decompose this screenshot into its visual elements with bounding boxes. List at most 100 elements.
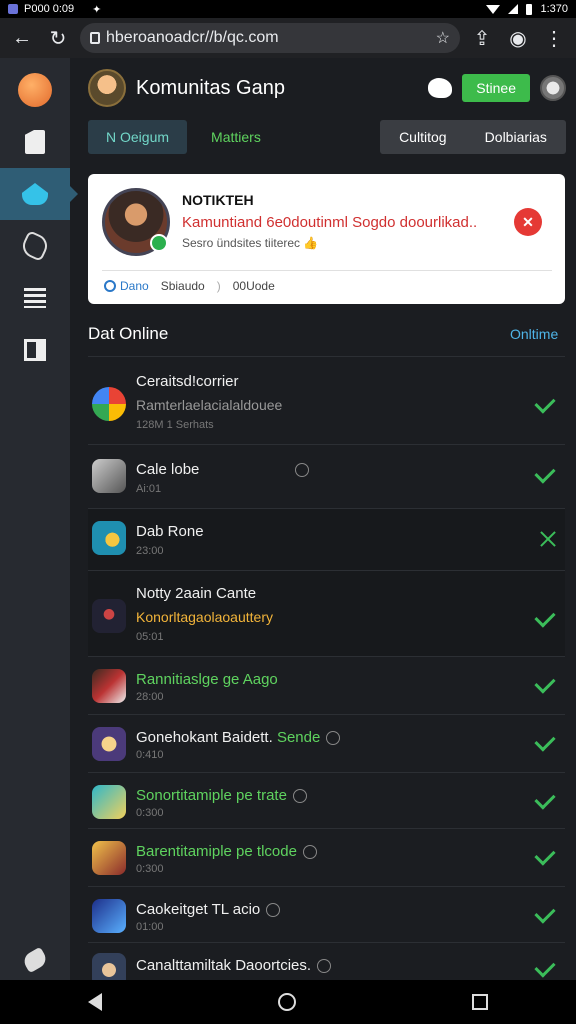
url-text: hberoanoadcr//b/qc.com [106, 29, 279, 46]
mention-icon[interactable] [302, 845, 317, 860]
list-item[interactable]: Cale lobe Ai:01 [88, 444, 565, 508]
game-app-icon [92, 459, 126, 493]
nav-recent-icon[interactable] [472, 994, 488, 1010]
tab-group-right: Cultitog Dolbiarias [380, 120, 566, 154]
section-link[interactable]: Onltime [510, 326, 558, 342]
close-icon[interactable]: ✕ [514, 208, 542, 236]
game-app-icon [92, 727, 126, 761]
address-bar[interactable]: hberoanoadcr//b/qc.com ☆ [80, 23, 460, 53]
row-meta: 0:300 [136, 863, 164, 875]
list-item[interactable]: Canalttamiltak Daoortcies. [88, 942, 565, 987]
separator: ) [216, 279, 221, 293]
row-subtitle: Konorltagaolaoauttery [136, 609, 273, 625]
row-meta: 0:410 [136, 749, 164, 761]
mention-icon[interactable] [326, 731, 341, 746]
share-icon[interactable]: ⇪ [468, 24, 496, 52]
sidebar-item-flag[interactable] [0, 324, 70, 376]
row-meta: 0:300 [136, 807, 164, 819]
row-title: Notty 2aain Cante [136, 585, 257, 602]
list-item[interactable]: Rannitiaslge ge Aago 28:00 [88, 656, 565, 714]
tab-dolbiarias[interactable]: Dolbiarias [485, 129, 547, 145]
sidebar-item-list[interactable] [0, 272, 70, 324]
row-meta: 128M 1 Serhats [136, 419, 214, 431]
community-avatar [88, 69, 126, 107]
list-item[interactable]: Caokeitget TL acio 01:00 [88, 886, 565, 942]
nav-back-icon[interactable] [88, 993, 102, 1011]
wrench-icon [20, 946, 50, 974]
list-icon [24, 288, 46, 308]
list-item[interactable]: Ceraitsd!corrier Ramterlaelacialaldouee … [88, 356, 565, 444]
sidebar-item-documents[interactable] [0, 116, 70, 168]
tab-matters[interactable]: Mattiers [193, 120, 279, 154]
action-sbiaudo[interactable]: Sbiaudo [161, 279, 205, 293]
close-icon[interactable] [538, 529, 558, 549]
row-meta: 23:00 [136, 545, 164, 557]
row-title: Barentitamiple pe tlcode [136, 843, 317, 860]
notification-actions: Dano Sbiaudo ) 00Uode [104, 279, 275, 293]
section-title: Dat Online [88, 324, 169, 343]
row-meta: Ai:01 [136, 483, 162, 495]
notification-message: Kamuntiand 6e0doutinml Sogdo doourlikad.… [182, 214, 478, 231]
pin-icon: ✦ [92, 3, 102, 16]
notification-card[interactable]: NOTIKTEH Kamuntiand 6e0doutinml Sogdo do… [88, 174, 565, 304]
sidebar-item-puzzle[interactable] [0, 220, 70, 272]
page-title: Komunitas Ganp [136, 76, 285, 99]
check-icon [534, 392, 556, 414]
join-button[interactable]: Stinee [462, 74, 530, 102]
list-item[interactable]: Sonortitamiple pe trate 0:300 [88, 772, 565, 828]
mention-icon[interactable] [292, 789, 307, 804]
list-item[interactable]: Notty 2aain Cante Konorltagaolaoauttery … [88, 570, 565, 656]
nav-home-icon[interactable] [278, 993, 296, 1011]
arrow-left-icon[interactable]: ← [8, 24, 36, 52]
star-icon[interactable]: ☆ [436, 28, 450, 48]
twitter-icon[interactable] [428, 78, 453, 98]
list-item[interactable]: Dab Rone 23:00 [88, 508, 565, 570]
game-app-icon [92, 785, 126, 819]
notification-subtext: Sesro ündsites tiiterec 👍 [182, 236, 319, 250]
online-badge-icon [150, 234, 168, 252]
sidebar-item-profile[interactable] [0, 64, 70, 116]
status-bar: P000 0:09 ✦ 1:370 [0, 0, 576, 18]
game-app-icon [92, 521, 126, 555]
check-icon [534, 788, 556, 810]
game-app-icon [92, 599, 126, 633]
lock-icon [90, 32, 100, 44]
row-meta: 01:00 [136, 921, 164, 933]
reload-icon[interactable]: ↻ [44, 24, 72, 52]
status-time: 1:370 [540, 3, 568, 15]
action-oode[interactable]: 00Uode [233, 279, 275, 293]
row-meta: 28:00 [136, 691, 164, 703]
row-title: Caokeitget TL acio [136, 901, 281, 918]
mention-icon[interactable] [317, 959, 332, 974]
wifi-icon [486, 4, 501, 14]
tab-members[interactable]: N Oeigum [88, 120, 188, 154]
mention-icon[interactable] [295, 463, 310, 478]
row-meta: 05:01 [136, 631, 164, 643]
row-title: Ceraitsd!corrier [136, 373, 239, 390]
browser-toolbar: ← ↻ hberoanoadcr//b/qc.com ☆ ⇪ ◉ ⋮ [0, 18, 576, 58]
list-item[interactable]: Barentitamiple pe tlcode 0:300 [88, 828, 565, 886]
row-title: Canalttamiltak Daoortcies. [136, 957, 332, 974]
puzzle-icon [19, 230, 51, 262]
sidebar [0, 58, 78, 980]
more-vert-icon[interactable]: ⋮ [540, 24, 568, 52]
game-app-icon [92, 669, 126, 703]
sidebar-item-settings[interactable] [0, 934, 70, 986]
action-dano[interactable]: Dano [104, 279, 149, 293]
check-icon [534, 956, 556, 978]
row-title: Rannitiaslge ge Aago [136, 671, 278, 688]
tab-catalog[interactable]: Cultitog [399, 129, 446, 145]
row-title: Sonortitamiple pe trate [136, 787, 307, 804]
check-icon [534, 606, 556, 628]
battery-icon [526, 3, 533, 15]
page-header: Komunitas Ganp Stinee [88, 68, 566, 108]
divider [102, 270, 552, 271]
sidebar-item-games[interactable] [0, 168, 78, 220]
user-avatar[interactable] [540, 75, 566, 101]
mention-icon[interactable] [266, 903, 281, 918]
row-subtitle: Ramterlaelacialaldouee [136, 397, 283, 413]
list-item[interactable]: Gonehokant Baidett. Sende 0:410 [88, 714, 565, 772]
profile-icon[interactable]: ◉ [504, 24, 532, 52]
app-notification-icon [8, 4, 18, 14]
check-icon [534, 672, 556, 694]
